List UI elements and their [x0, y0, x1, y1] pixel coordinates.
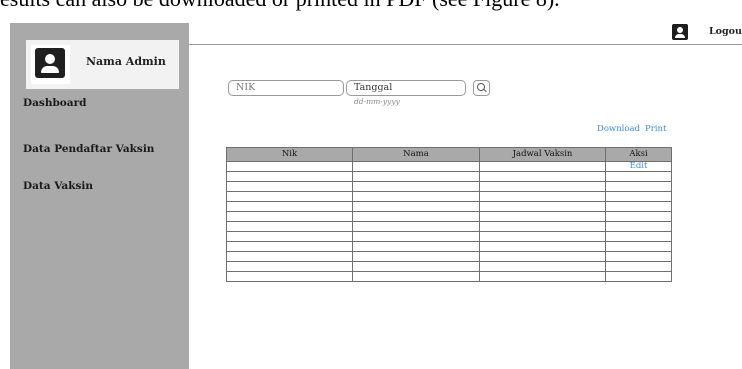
table-cell — [226, 171, 353, 182]
download-link[interactable]: Download — [597, 124, 640, 134]
table-cell — [479, 211, 606, 222]
table-cell — [352, 211, 480, 222]
table-cell — [479, 251, 606, 262]
table-cell — [226, 271, 353, 282]
table-cell — [352, 191, 480, 202]
date-format-hint: dd-mm-yyyy — [354, 97, 400, 106]
table-row — [226, 211, 672, 222]
table-cell: Edit — [605, 161, 672, 172]
table-cell — [605, 201, 672, 212]
table-cell — [605, 231, 672, 242]
table-row — [226, 181, 672, 192]
table-cell — [226, 221, 353, 232]
avatar — [31, 45, 70, 84]
table-cell — [352, 171, 480, 182]
table-cell — [479, 181, 606, 192]
table-cell — [479, 261, 606, 272]
table-cell — [352, 251, 480, 262]
table-cell — [479, 191, 606, 202]
table-cell — [479, 171, 606, 182]
table-cell — [226, 261, 353, 272]
table-cell — [605, 211, 672, 222]
table-cell — [226, 191, 353, 202]
column-header-aksi: Aksi — [605, 147, 672, 162]
table-cell — [226, 231, 353, 242]
user-icon[interactable] — [672, 24, 688, 40]
table-cell — [352, 181, 480, 192]
table-cell — [352, 201, 480, 212]
table-row — [226, 231, 672, 242]
table-row: Edit — [226, 161, 672, 172]
sidebar-item-data-pendaftar-vaksin[interactable]: Data Pendaftar Vaksin — [23, 143, 154, 155]
table-cell — [605, 181, 672, 192]
table-row — [226, 251, 672, 262]
table-cell — [605, 191, 672, 202]
table-cell — [226, 181, 353, 192]
table-cell — [605, 171, 672, 182]
column-header-nama: Nama — [352, 147, 480, 162]
table-row — [226, 201, 672, 212]
table-cell — [479, 201, 606, 212]
sidebar-item-dashboard[interactable]: Dashboard — [23, 97, 86, 109]
table-cell — [605, 271, 672, 282]
date-input[interactable]: Tanggal — [346, 80, 466, 96]
table-cell — [352, 271, 480, 282]
table-row — [226, 191, 672, 202]
logout-button[interactable]: Logout — [709, 26, 742, 37]
table-cell — [226, 201, 353, 212]
table-cell — [479, 241, 606, 252]
table-header-row: Nik Nama Jadwal Vaksin Aksi — [226, 147, 672, 162]
print-link[interactable]: Print — [645, 124, 666, 134]
search-button[interactable] — [473, 80, 490, 96]
table-cell — [605, 221, 672, 232]
table-cell — [226, 251, 353, 262]
table-cell — [352, 161, 480, 172]
admin-name: Nama Admin — [86, 55, 166, 68]
column-header-nik: Nik — [226, 147, 353, 162]
table-cell — [479, 271, 606, 282]
table-cell — [479, 161, 606, 172]
table-cell — [479, 221, 606, 232]
table-cell — [352, 221, 480, 232]
table-cell — [605, 261, 672, 272]
table-cell — [226, 211, 353, 222]
table-row — [226, 241, 672, 252]
table-cell — [226, 241, 353, 252]
table-cell — [479, 231, 606, 242]
header-divider — [189, 44, 742, 45]
table-row — [226, 171, 672, 182]
sidebar-item-data-vaksin[interactable]: Data Vaksin — [23, 180, 93, 192]
table-cell — [605, 251, 672, 262]
nik-input[interactable]: NIK — [228, 80, 344, 96]
table-cell — [352, 231, 480, 242]
table-cell — [352, 241, 480, 252]
edit-link[interactable]: Edit — [630, 161, 648, 171]
column-header-jadwal-vaksin: Jadwal Vaksin — [479, 147, 606, 162]
table-row — [226, 271, 672, 282]
table-cell — [352, 261, 480, 272]
table-cell — [226, 161, 353, 172]
document-caption: esults can also be downloaded or printed… — [0, 0, 560, 12]
sidebar: Nama Admin Dashboard Data Pendaftar Vaks… — [10, 23, 189, 369]
table-row — [226, 261, 672, 272]
table-cell — [605, 241, 672, 252]
table-row — [226, 221, 672, 232]
user-icon — [35, 48, 65, 78]
admin-profile: Nama Admin — [26, 40, 179, 89]
data-table: Nik Nama Jadwal Vaksin Aksi Edit — [226, 147, 672, 282]
